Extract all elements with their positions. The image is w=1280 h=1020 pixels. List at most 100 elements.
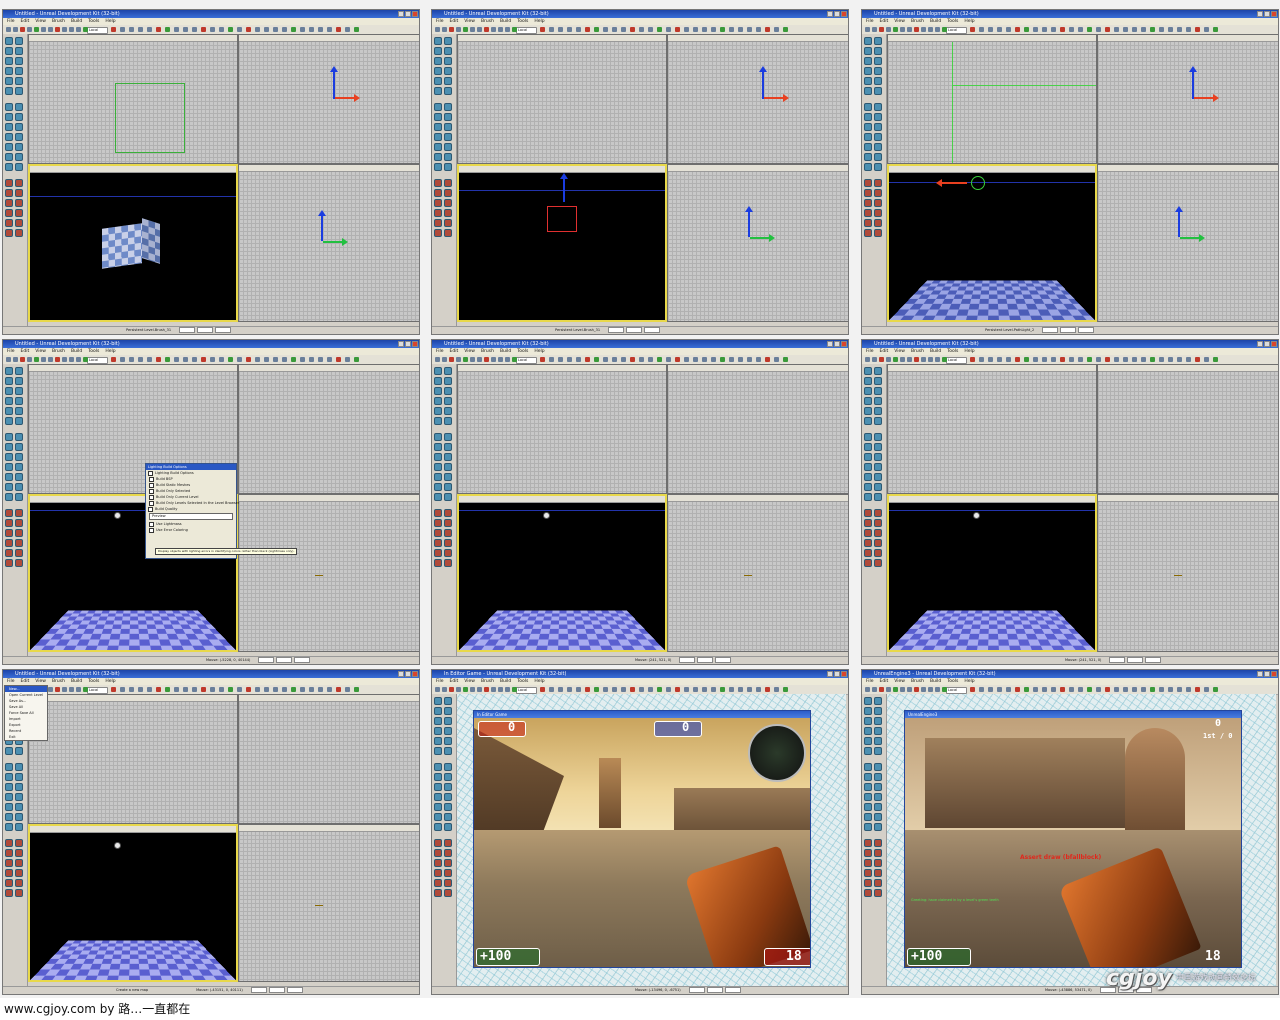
palette-tool-icon[interactable]	[434, 803, 442, 811]
palette-tool-icon[interactable]	[874, 133, 882, 141]
palette-tool-icon[interactable]	[874, 727, 882, 735]
coord-field[interactable]	[724, 987, 741, 993]
coord-field[interactable]	[294, 657, 311, 663]
palette-tool-icon[interactable]	[864, 879, 872, 887]
coordinate-system-select[interactable]: Local	[946, 27, 967, 34]
palette-tool-icon[interactable]	[434, 707, 442, 715]
palette-tool-icon[interactable]	[444, 377, 452, 385]
toolbar-tool-icon[interactable]	[576, 687, 581, 692]
toolbar-tool-icon[interactable]	[477, 27, 482, 32]
maximize-button[interactable]	[834, 671, 840, 677]
menu-build[interactable]: Build	[71, 349, 82, 354]
palette-tool-icon[interactable]	[444, 839, 452, 847]
toolbar-tool-icon[interactable]	[327, 687, 332, 692]
palette-tool-icon[interactable]	[5, 493, 13, 501]
toolbar-tool-icon[interactable]	[1159, 357, 1164, 362]
palette-tool-icon[interactable]	[15, 153, 23, 161]
menu-file[interactable]: File	[436, 679, 444, 684]
toolbar-tool-icon[interactable]	[1096, 687, 1101, 692]
coordinate-system-select[interactable]: Local	[946, 687, 967, 694]
menu-build[interactable]: Build	[500, 349, 511, 354]
palette-tool-icon[interactable]	[874, 823, 882, 831]
toolbar-tool-icon[interactable]	[928, 687, 933, 692]
menu-brush[interactable]: Brush	[911, 19, 924, 24]
toolbar-tool-icon[interactable]	[1060, 27, 1065, 32]
menu-brush[interactable]: Brush	[52, 349, 65, 354]
toolbar-tool-icon[interactable]	[34, 27, 39, 32]
menu-brush[interactable]: Brush	[481, 19, 494, 24]
toolbar-tool-icon[interactable]	[300, 27, 305, 32]
toolbar-tool-icon[interactable]	[594, 27, 599, 32]
palette-tool-icon[interactable]	[444, 849, 452, 857]
palette-tool-icon[interactable]	[874, 529, 882, 537]
palette-tool-icon[interactable]	[434, 839, 442, 847]
palette-tool-icon[interactable]	[864, 529, 872, 537]
toolbar-tool-icon[interactable]	[621, 357, 626, 362]
toolbar-tool-icon[interactable]	[13, 357, 18, 362]
palette-tool-icon[interactable]	[5, 509, 13, 517]
toolbar-tool-icon[interactable]	[1213, 357, 1218, 362]
palette-tool-icon[interactable]	[864, 87, 872, 95]
palette-tool-icon[interactable]	[864, 417, 872, 425]
palette-tool-icon[interactable]	[864, 433, 872, 441]
palette-tool-icon[interactable]	[434, 199, 442, 207]
toolbar-tool-icon[interactable]	[893, 357, 898, 362]
palette-tool-icon[interactable]	[15, 433, 23, 441]
menu-view[interactable]: View	[894, 679, 905, 684]
palette-tool-icon[interactable]	[444, 153, 452, 161]
palette-tool-icon[interactable]	[15, 57, 23, 65]
menu-view[interactable]: View	[464, 19, 475, 24]
palette-tool-icon[interactable]	[864, 707, 872, 715]
game-window[interactable]: In Editor Game 0 0 +100 18	[473, 710, 811, 968]
viewport-front[interactable]	[667, 164, 848, 322]
menu-tools[interactable]: Tools	[88, 679, 99, 684]
palette-tool-icon[interactable]	[864, 443, 872, 451]
palette-tool-icon[interactable]	[444, 77, 452, 85]
toolbar-tool-icon[interactable]	[648, 687, 653, 692]
toolbar-tool-icon[interactable]	[907, 27, 912, 32]
menu-view[interactable]: View	[35, 19, 46, 24]
toolbar-tool-icon[interactable]	[165, 687, 170, 692]
menu-edit[interactable]: Edit	[450, 349, 459, 354]
palette-tool-icon[interactable]	[15, 199, 23, 207]
toolbar-tool-icon[interactable]	[1042, 357, 1047, 362]
menu-edit[interactable]: Edit	[880, 349, 889, 354]
palette-tool-icon[interactable]	[5, 763, 13, 771]
palette-tool-icon[interactable]	[434, 433, 442, 441]
toolbar-tool-icon[interactable]	[336, 357, 341, 362]
palette-tool-icon[interactable]	[5, 179, 13, 187]
toolbar-tool-icon[interactable]	[1204, 357, 1209, 362]
palette-tool-icon[interactable]	[864, 377, 872, 385]
toolbar-tool-icon[interactable]	[720, 687, 725, 692]
toolbar-tool-icon[interactable]	[491, 357, 496, 362]
maximize-button[interactable]	[1264, 671, 1270, 677]
palette-tool-icon[interactable]	[434, 407, 442, 415]
palette-tool-icon[interactable]	[874, 47, 882, 55]
menu-build[interactable]: Build	[500, 679, 511, 684]
toolbar-tool-icon[interactable]	[997, 687, 1002, 692]
viewport-top[interactable]	[457, 364, 667, 494]
toolbar-tool-icon[interactable]	[491, 687, 496, 692]
menu-file[interactable]: File	[866, 679, 874, 684]
palette-tool-icon[interactable]	[864, 869, 872, 877]
toolbar-tool-icon[interactable]	[1087, 357, 1092, 362]
viewport-perspective[interactable]	[887, 494, 1097, 652]
toolbar-tool-icon[interactable]	[935, 27, 940, 32]
toolbar-tool-icon[interactable]	[928, 357, 933, 362]
toolbar-tool-icon[interactable]	[657, 687, 662, 692]
menu-brush[interactable]: Brush	[481, 349, 494, 354]
toolbar-tool-icon[interactable]	[1177, 357, 1182, 362]
palette-tool-icon[interactable]	[15, 189, 23, 197]
toolbar-tool-icon[interactable]	[979, 357, 984, 362]
palette-tool-icon[interactable]	[434, 153, 442, 161]
toolbar-tool-icon[interactable]	[1168, 357, 1173, 362]
palette-tool-icon[interactable]	[874, 443, 882, 451]
palette-tool-icon[interactable]	[874, 453, 882, 461]
toolbar-tool-icon[interactable]	[111, 357, 116, 362]
toolbar-tool-icon[interactable]	[576, 357, 581, 362]
menu-file[interactable]: File	[7, 679, 15, 684]
palette-tool-icon[interactable]	[444, 539, 452, 547]
palette-tool-icon[interactable]	[444, 433, 452, 441]
palette-tool-icon[interactable]	[444, 179, 452, 187]
toolbar-tool-icon[interactable]	[498, 27, 503, 32]
